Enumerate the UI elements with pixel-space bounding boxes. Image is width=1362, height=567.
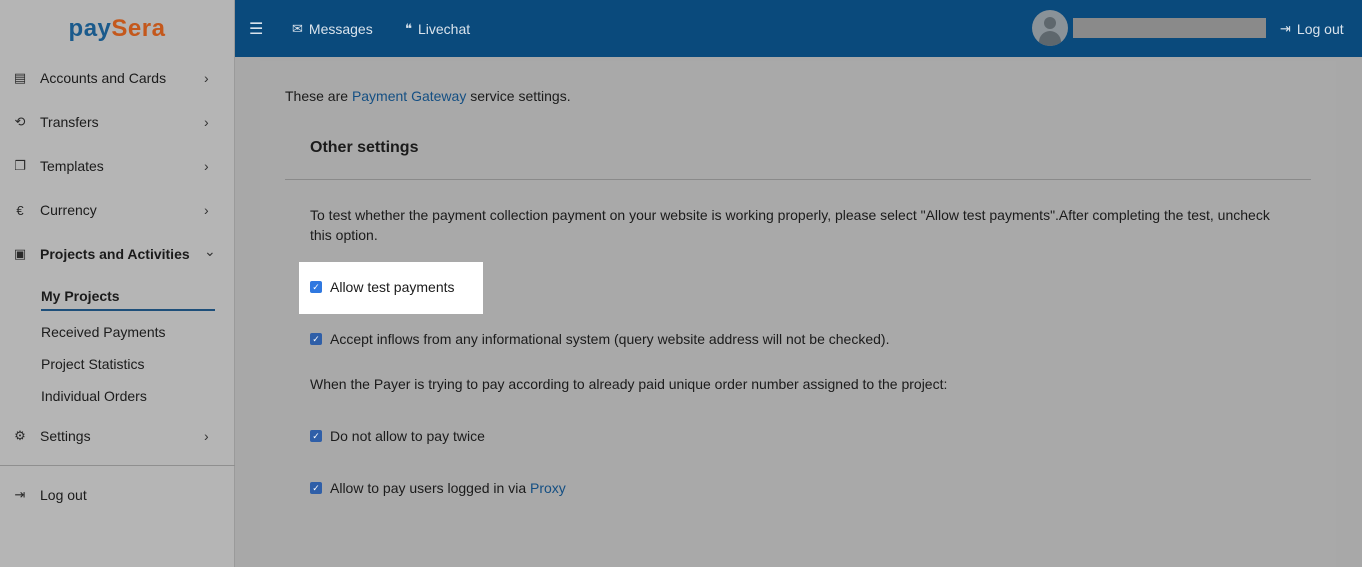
hamburger-menu-icon[interactable]: ☰ bbox=[249, 0, 263, 57]
messages-button[interactable]: ✉ Messages bbox=[292, 0, 373, 57]
allow-test-payments-option[interactable]: ✓ Allow test payments bbox=[310, 279, 455, 295]
checkbox-no-pay-twice[interactable]: ✓ bbox=[310, 430, 322, 442]
chevron-right-icon: › bbox=[204, 114, 209, 130]
user-name-redacted bbox=[1073, 18, 1266, 38]
chevron-right-icon: › bbox=[204, 158, 209, 174]
active-indicator bbox=[41, 309, 215, 311]
sidebar-item-templates[interactable]: ❐ Templates › bbox=[0, 151, 235, 181]
main-content: These are Payment Gateway service settin… bbox=[260, 61, 1336, 567]
checkbox-allow-test-payments[interactable]: ✓ bbox=[310, 281, 322, 293]
intro-text: These are Payment Gateway service settin… bbox=[285, 88, 571, 104]
payment-gateway-link[interactable]: Payment Gateway bbox=[352, 88, 466, 104]
euro-icon: € bbox=[16, 202, 24, 218]
clipboard-icon: ▣ bbox=[13, 246, 27, 261]
sidebar: paySera ▤ Accounts and Cards › ⟲ Transfe… bbox=[0, 0, 235, 567]
sidebar-item-projects-and-activities[interactable]: ▣ Projects and Activities ⌄ bbox=[0, 239, 235, 269]
mail-icon: ✉ bbox=[292, 20, 303, 36]
sidebar-item-currency[interactable]: € Currency › bbox=[0, 195, 235, 225]
sidebar-item-settings[interactable]: ⚙ Settings › bbox=[0, 421, 235, 451]
sidebar-subitem-project-statistics[interactable]: Project Statistics bbox=[41, 356, 144, 372]
wallet-icon: ▤ bbox=[13, 70, 27, 85]
section-title: Other settings bbox=[310, 139, 419, 156]
sidebar-item-logout[interactable]: ⇥ Log out bbox=[0, 480, 235, 510]
checkbox-proxy[interactable]: ✓ bbox=[310, 482, 322, 494]
logout-icon: ⇥ bbox=[14, 487, 26, 502]
copy-icon: ❐ bbox=[14, 158, 26, 173]
paysera-logo[interactable]: paySera bbox=[0, 0, 234, 57]
payer-note: When the Payer is trying to pay accordin… bbox=[310, 376, 948, 392]
proxy-link[interactable]: Proxy bbox=[530, 480, 566, 496]
chevron-down-icon: ⌄ bbox=[204, 243, 216, 259]
sidebar-subitem-received-payments[interactable]: Received Payments bbox=[41, 324, 166, 340]
sidebar-subitem-individual-orders[interactable]: Individual Orders bbox=[41, 388, 147, 404]
sidebar-divider bbox=[0, 465, 235, 466]
section-divider bbox=[285, 179, 1311, 180]
checkbox-accept-inflows[interactable]: ✓ bbox=[310, 333, 322, 345]
top-bar: ☰ ✉ Messages ❝ Livechat ⇥ Log out bbox=[235, 0, 1362, 57]
chevron-right-icon: › bbox=[204, 202, 209, 218]
logout-button[interactable]: ⇥ Log out bbox=[1280, 0, 1344, 57]
gear-icon: ⚙ bbox=[14, 428, 26, 443]
chat-icon: ❝ bbox=[405, 20, 412, 36]
sidebar-subitem-my-projects[interactable]: My Projects bbox=[41, 288, 120, 304]
accept-inflows-option[interactable]: ✓ Accept inflows from any informational … bbox=[310, 331, 889, 347]
allow-test-payments-highlight: ✓ Allow test payments bbox=[299, 262, 483, 314]
sidebar-item-transfers[interactable]: ⟲ Transfers › bbox=[0, 107, 235, 137]
transfer-icon: ⟲ bbox=[14, 114, 26, 129]
chevron-right-icon: › bbox=[204, 428, 209, 444]
avatar[interactable] bbox=[1032, 10, 1068, 46]
proxy-option[interactable]: ✓ Allow to pay users logged in via Proxy bbox=[310, 480, 566, 496]
sidebar-item-accounts-and-cards[interactable]: ▤ Accounts and Cards › bbox=[0, 63, 235, 93]
chevron-right-icon: › bbox=[204, 70, 209, 86]
no-pay-twice-option[interactable]: ✓ Do not allow to pay twice bbox=[310, 428, 485, 444]
livechat-button[interactable]: ❝ Livechat bbox=[405, 0, 470, 57]
test-description: To test whether the payment collection p… bbox=[310, 207, 1270, 243]
logout-icon: ⇥ bbox=[1280, 20, 1291, 36]
